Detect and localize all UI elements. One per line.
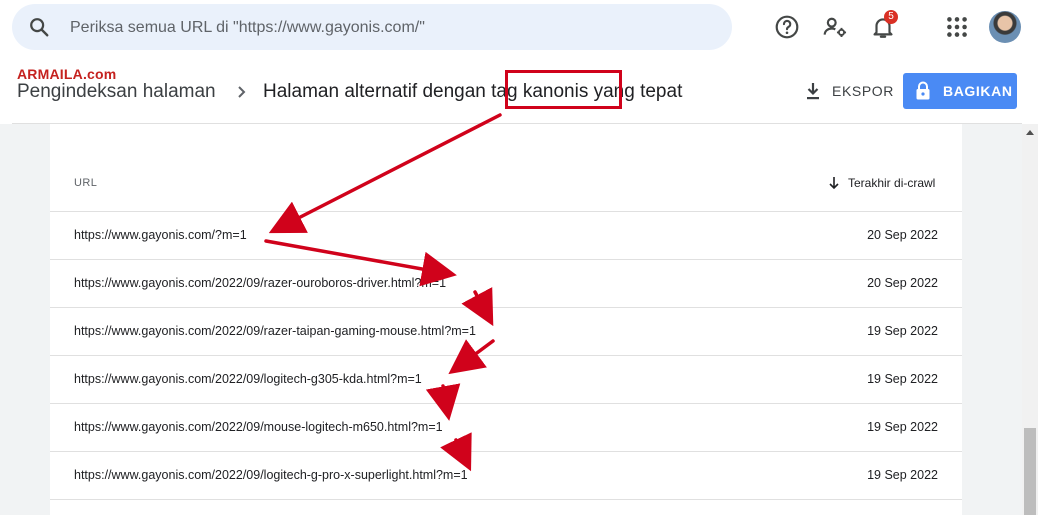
top-bar: 5 bbox=[0, 0, 1038, 56]
breadcrumb-parent[interactable]: Pengindeksan halaman bbox=[17, 81, 216, 103]
row-date: 20 Sep 2022 bbox=[867, 228, 938, 242]
column-header-url[interactable]: URL bbox=[74, 177, 97, 189]
table-row[interactable]: https://www.gayonis.com/2022/09/razer-ou… bbox=[50, 259, 962, 308]
annotation-highlight-box bbox=[505, 70, 622, 109]
share-label: BAGIKAN bbox=[943, 83, 1013, 99]
column-header-last-crawled[interactable]: Terakhir di-crawl bbox=[848, 176, 935, 190]
row-date: 19 Sep 2022 bbox=[867, 372, 938, 386]
apps-grid-icon[interactable] bbox=[944, 14, 970, 40]
notification-badge: 5 bbox=[884, 10, 898, 24]
table-row[interactable]: https://www.gayonis.com/2022/09/razer-ta… bbox=[50, 307, 962, 356]
row-url: https://www.gayonis.com/2022/09/mouse-lo… bbox=[74, 420, 443, 434]
chevron-right-icon bbox=[238, 86, 246, 98]
table-row[interactable]: https://www.gayonis.com/2022/09/logitech… bbox=[50, 451, 962, 500]
search-icon bbox=[30, 18, 49, 37]
row-url: https://www.gayonis.com/2022/09/logitech… bbox=[74, 468, 468, 482]
table-row[interactable]: https://www.gayonis.com/2022/09/logitech… bbox=[50, 355, 962, 404]
manage-users-icon[interactable] bbox=[822, 14, 848, 40]
export-label: EKSPOR bbox=[832, 83, 894, 99]
table-row bbox=[50, 499, 962, 516]
sort-descending-icon[interactable] bbox=[828, 176, 840, 190]
row-date: 19 Sep 2022 bbox=[867, 420, 938, 434]
search-bar[interactable] bbox=[12, 4, 732, 50]
export-button[interactable]: EKSPOR bbox=[800, 78, 896, 104]
help-icon[interactable] bbox=[774, 14, 800, 40]
scroll-up-arrow-icon[interactable] bbox=[1025, 128, 1035, 136]
watermark: ARMAILA.com bbox=[17, 66, 117, 82]
row-date: 20 Sep 2022 bbox=[867, 276, 938, 290]
row-url: https://www.gayonis.com/2022/09/razer-ou… bbox=[74, 276, 447, 290]
scrollbar-thumb[interactable] bbox=[1024, 428, 1036, 515]
search-input[interactable] bbox=[68, 12, 712, 44]
table-row[interactable]: https://www.gayonis.com/?m=1 20 Sep 2022 bbox=[50, 211, 962, 260]
row-url: https://www.gayonis.com/?m=1 bbox=[74, 228, 247, 242]
row-url: https://www.gayonis.com/2022/09/razer-ta… bbox=[74, 324, 476, 338]
row-url: https://www.gayonis.com/2022/09/logitech… bbox=[74, 372, 422, 386]
table-row[interactable]: https://www.gayonis.com/2022/09/mouse-lo… bbox=[50, 403, 962, 452]
lock-icon bbox=[916, 81, 930, 100]
download-icon bbox=[807, 83, 819, 100]
row-date: 19 Sep 2022 bbox=[867, 324, 938, 338]
share-button[interactable]: BAGIKAN bbox=[903, 73, 1017, 109]
avatar[interactable] bbox=[989, 11, 1021, 43]
row-date: 19 Sep 2022 bbox=[867, 468, 938, 482]
